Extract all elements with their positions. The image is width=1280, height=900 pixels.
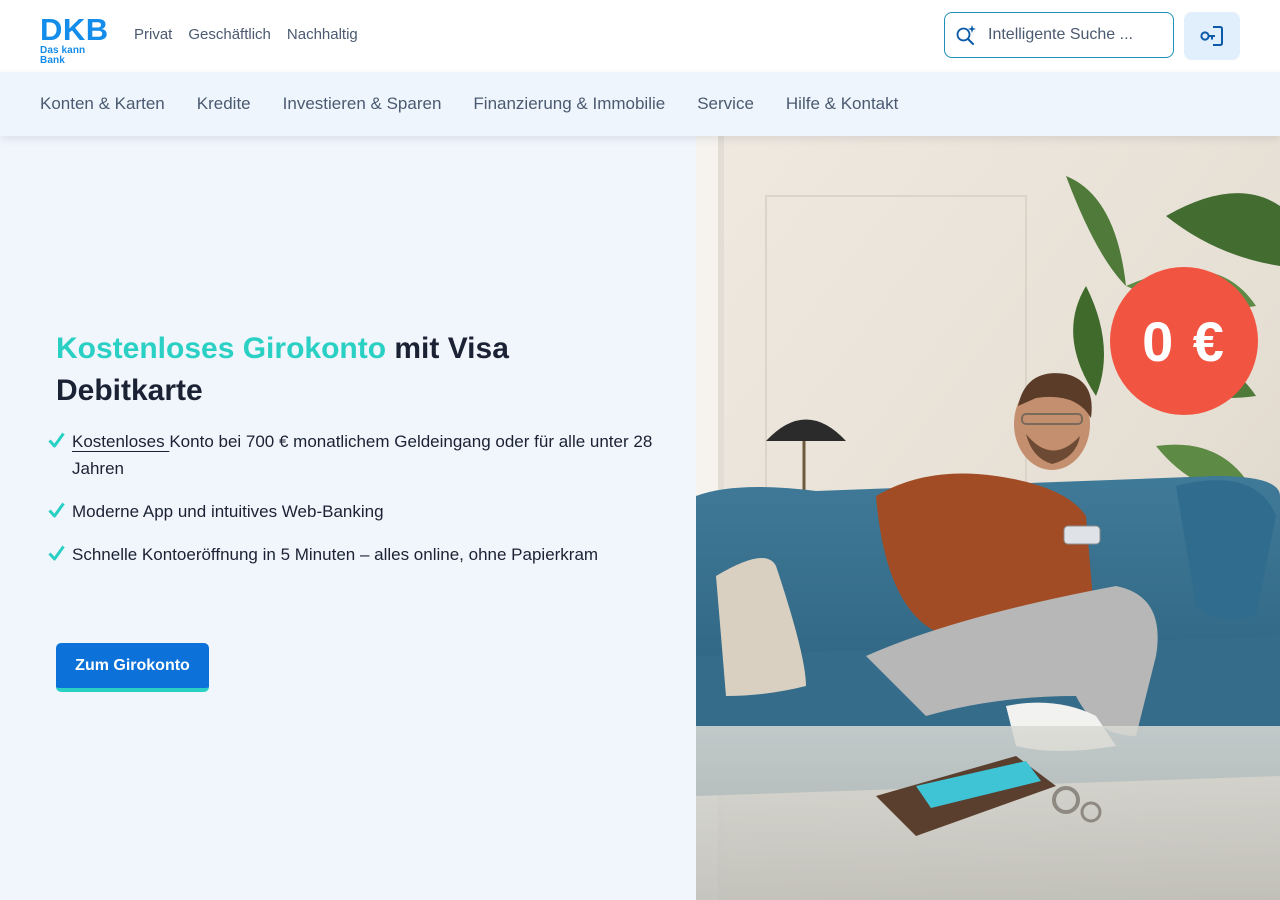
benefit-list: Kostenloses Konto bei 700 € monatlichem …: [48, 428, 658, 584]
segment-link-geschaeftlich[interactable]: Geschäftlich: [188, 26, 271, 43]
main-nav-kredite[interactable]: Kredite: [197, 94, 251, 114]
zero-euro-badge: 0 €: [1110, 267, 1258, 415]
hero-headline-accent: Kostenloses Girokonto: [56, 332, 387, 365]
search-input[interactable]: [986, 25, 1150, 45]
hero-photo: [696, 136, 1280, 900]
main-nav-service[interactable]: Service: [697, 94, 754, 114]
logo-tagline: Das kann Bank: [40, 45, 86, 66]
hero-photo-illustration: [696, 136, 1280, 900]
check-icon: [48, 502, 65, 518]
benefit-item: Kostenloses Konto bei 700 € monatlichem …: [48, 428, 658, 482]
ai-search-icon: [956, 25, 976, 45]
top-header: DKB Das kann Bank Privat Geschäftlich Na…: [0, 0, 1280, 72]
segment-link-privat[interactable]: Privat: [134, 26, 172, 43]
main-nav-finanzierung-immobilie[interactable]: Finanzierung & Immobilie: [473, 94, 665, 114]
smart-search-box[interactable]: [944, 12, 1174, 58]
key-login-icon: [1200, 26, 1223, 46]
benefit-item: Schnelle Kontoeröffnung in 5 Minuten – a…: [48, 541, 658, 568]
hero-headline: Kostenloses Girokonto mit Visa Debitkart…: [56, 328, 616, 412]
main-nav-hilfe-kontakt[interactable]: Hilfe & Kontakt: [786, 94, 898, 114]
main-nav-konten-karten[interactable]: Konten & Karten: [40, 94, 165, 114]
benefit-text: Moderne App und intuitives Web-Banking: [72, 502, 384, 521]
segment-link-nachhaltig[interactable]: Nachhaltig: [287, 26, 358, 43]
logo-word: DKB: [40, 12, 109, 47]
main-nav: Konten & Karten Kredite Investieren & Sp…: [0, 72, 1280, 136]
girokonto-cta-button[interactable]: Zum Girokonto: [56, 643, 209, 692]
benefit-item: Moderne App und intuitives Web-Banking: [48, 498, 658, 525]
dkb-logo[interactable]: DKB Das kann Bank: [40, 12, 112, 66]
check-icon: [48, 545, 65, 561]
check-icon: [48, 432, 65, 448]
segment-nav: Privat Geschäftlich Nachhaltig: [134, 26, 358, 43]
benefit-text: Schnelle Kontoeröffnung in 5 Minuten – a…: [72, 545, 599, 564]
kostenlos-info-link[interactable]: Kostenloses: [72, 432, 169, 451]
login-button[interactable]: [1184, 12, 1240, 60]
main-nav-investieren-sparen[interactable]: Investieren & Sparen: [283, 94, 442, 114]
